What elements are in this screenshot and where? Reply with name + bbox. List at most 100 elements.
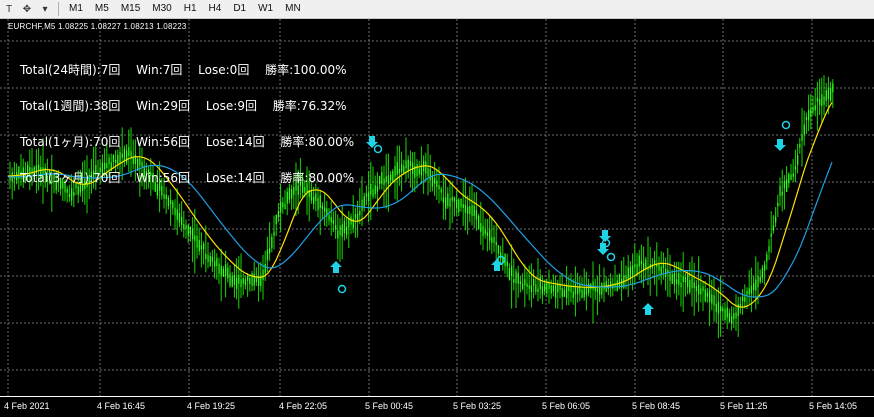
candle-body [761, 267, 764, 278]
candle-body [354, 214, 357, 219]
candle-body [724, 309, 726, 320]
candle-body [528, 285, 530, 289]
candle-body [687, 274, 689, 288]
candle-body [702, 286, 704, 292]
candle-body [176, 209, 178, 220]
candle-body [194, 235, 196, 241]
candle-body [753, 283, 755, 291]
candle-body [680, 282, 682, 288]
candle-body [449, 198, 451, 207]
candle-body [717, 301, 720, 314]
candle-body [535, 284, 537, 292]
candle-body [662, 264, 665, 268]
candle-body [196, 235, 198, 248]
timeframe-h4[interactable]: H4 [203, 1, 228, 17]
candle-body [339, 225, 341, 236]
candle-body [493, 236, 495, 243]
candle-body [227, 267, 229, 279]
candle-body [225, 264, 227, 277]
stats-panel: Total(24時間):7回 Win:7回 Lose:0回 勝率:100.00%… [20, 40, 354, 196]
text-tool-icon[interactable]: T [0, 1, 18, 17]
candle-body [511, 266, 513, 276]
timeframe-h1[interactable]: H1 [178, 1, 203, 17]
candle-body [348, 219, 350, 228]
candle-body [458, 199, 460, 212]
candle-body [185, 225, 187, 229]
candle-body [713, 295, 715, 306]
candle-body [491, 237, 493, 243]
candle-body [684, 277, 687, 283]
candle-body [814, 105, 816, 111]
candle-body [500, 252, 502, 259]
time-axis: 4 Feb 2021 4 Feb 16:45 4 Feb 19:25 4 Feb 22… [0, 396, 874, 417]
dropdown-arrow-icon[interactable]: ▾ [36, 1, 54, 17]
candle-body [16, 171, 18, 181]
timeframe-m15[interactable]: M15 [115, 1, 146, 17]
candle-body [555, 285, 557, 298]
candle-body [728, 313, 731, 323]
candle-body [819, 99, 821, 106]
timeframe-d1[interactable]: D1 [227, 1, 252, 17]
candle-body [440, 189, 442, 193]
candle-body [783, 181, 786, 189]
time-tick-label: 5 Feb 03:25 [453, 401, 502, 411]
candle-body [618, 274, 621, 288]
candle-body [722, 307, 724, 312]
timeframe-m30[interactable]: M30 [146, 1, 177, 17]
stats-row-24h: Total(24時間):7回 Win:7回 Lose:0回 勝率:100.00% [20, 63, 347, 77]
candle-body [539, 276, 541, 290]
candle-body [577, 287, 579, 295]
candle-body [772, 225, 775, 231]
candle-body [792, 173, 794, 177]
candle-body [425, 161, 427, 174]
candle-body [775, 216, 777, 223]
candle-body [682, 276, 684, 282]
candle-body [390, 174, 392, 181]
candle-body [275, 214, 277, 225]
timeframe-m1[interactable]: M1 [63, 1, 89, 17]
candle-body [486, 232, 489, 237]
candle-body [332, 220, 335, 224]
candle-body [401, 164, 403, 172]
candle-body [405, 160, 407, 169]
candle-body [379, 175, 381, 184]
candle-body [515, 271, 517, 283]
time-tick-label: 4 Feb 19:25 [187, 401, 236, 411]
candle-body [788, 174, 790, 184]
timeframe-mn[interactable]: MN [279, 1, 307, 17]
candle-body [229, 273, 231, 286]
timeframe-m5[interactable]: M5 [89, 1, 115, 17]
candle-body [392, 171, 394, 182]
candle-body [625, 275, 627, 280]
candle-body [209, 256, 211, 267]
candle-body [616, 280, 618, 292]
candle-body [497, 245, 500, 254]
candle-body [178, 213, 181, 223]
candle-body [451, 196, 453, 201]
candle-body [568, 286, 570, 292]
candle-body [205, 253, 207, 260]
candle-body [398, 168, 401, 174]
candle-body [601, 283, 603, 295]
candle-body [172, 201, 174, 209]
candle-body [253, 273, 255, 286]
candle-body [495, 242, 497, 246]
candle-body [693, 282, 695, 289]
candle-body [238, 274, 240, 284]
timeframe-w1[interactable]: W1 [252, 1, 279, 17]
candle-body [181, 216, 183, 225]
candle-body [537, 288, 539, 292]
candle-body [189, 226, 192, 235]
candle-body [431, 175, 434, 187]
candle-body [255, 277, 258, 282]
candle-body [434, 178, 436, 184]
candle-body [198, 240, 200, 252]
candle-body [361, 199, 363, 211]
objects-tool-icon[interactable]: ✥ [18, 1, 36, 17]
candle-body [480, 223, 482, 232]
candle-body [671, 274, 673, 284]
candle-body [711, 294, 713, 304]
candle-body [266, 249, 269, 261]
candle-body [244, 279, 247, 286]
stats-row-1m: Total(1ヶ月):70回 Win:56回 Lose:14回 勝率:80.00… [20, 135, 355, 149]
